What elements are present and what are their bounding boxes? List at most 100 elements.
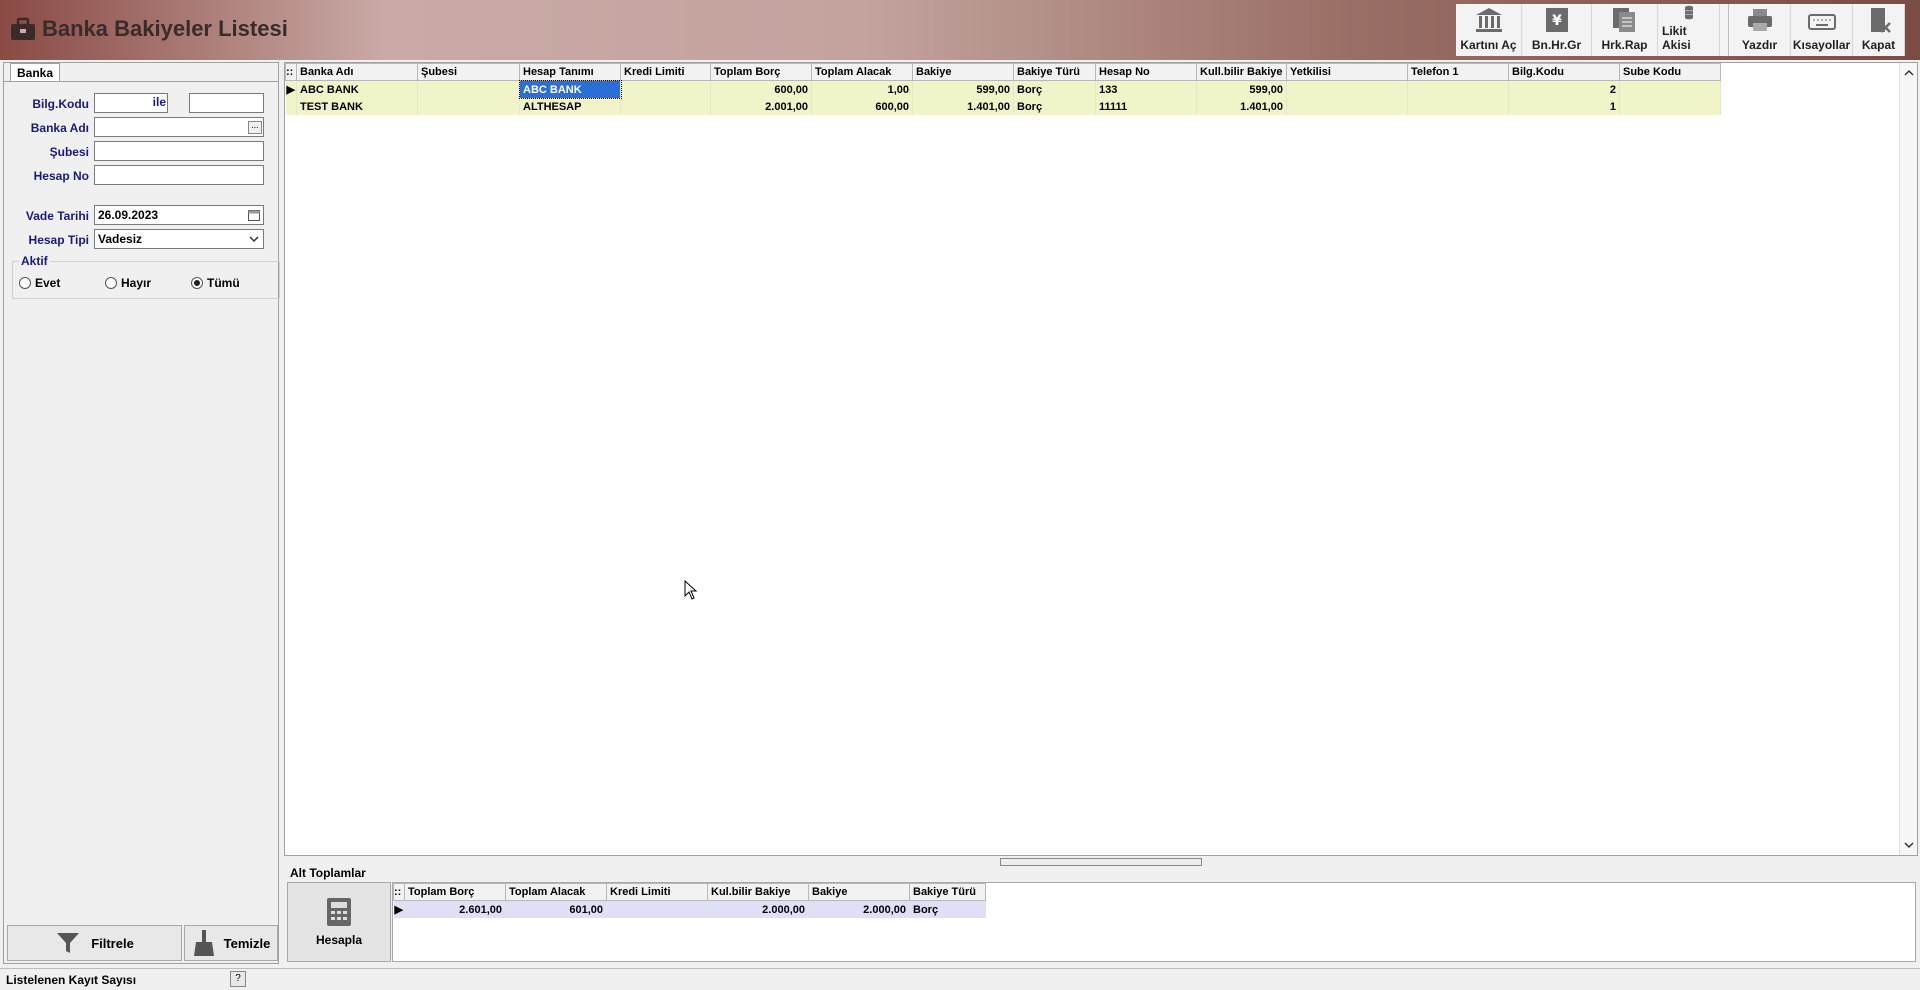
cell-bakiye[interactable]: 1.401,00 <box>912 98 1014 115</box>
cell-banka-adi[interactable]: TEST BANK <box>296 98 418 115</box>
cell-kullanilabilir-bakiye[interactable]: 1.401,00 <box>1196 98 1287 115</box>
yazdir-label: Yazdır <box>1741 38 1778 52</box>
temizle-button[interactable]: Temizle <box>184 925 278 961</box>
col-yetkilisi[interactable]: Yetkilisi <box>1286 63 1408 81</box>
col-bakiye-turu[interactable]: Bakiye Türü <box>909 883 986 901</box>
radio-tumu[interactable]: Tümü <box>191 276 240 290</box>
cell-bilg-kodu[interactable]: 1 <box>1508 98 1620 115</box>
cell-telefon-1[interactable] <box>1407 98 1509 115</box>
hesap-no-input[interactable] <box>94 165 264 185</box>
cell-toplam-alacak[interactable]: 1,00 <box>811 80 913 98</box>
cell-subesi[interactable] <box>417 80 520 98</box>
col-kullanilabilir-bakiye[interactable]: Kull.bilir Bakiye <box>1196 63 1287 81</box>
hrk-rap-button[interactable]: Hrk.Rap <box>1592 4 1658 56</box>
col-bakiye[interactable]: Bakiye <box>912 63 1014 81</box>
total-toplam-borc[interactable]: 2.601,00 <box>404 900 506 918</box>
cell-bakiye-turu[interactable]: Borç <box>1013 80 1096 98</box>
yazdir-button[interactable]: Yazdır <box>1729 4 1791 56</box>
cell-hesap-no[interactable]: 133 <box>1095 80 1197 98</box>
col-kullanilabilir-bakiye[interactable]: Kul.bilir Bakiye <box>707 883 809 901</box>
bilg-kodu-label: Bilg.Kodu <box>32 97 89 111</box>
chevron-down-icon[interactable] <box>1904 841 1914 849</box>
cell-toplam-borc[interactable]: 600,00 <box>710 80 812 98</box>
col-toplam-alacak[interactable]: Toplam Alacak <box>505 883 607 901</box>
cell-toplam-borc[interactable]: 2.001,00 <box>710 98 812 115</box>
hesapla-label: Hesapla <box>315 933 363 947</box>
cell-kredi-limiti[interactable] <box>620 98 711 115</box>
aktif-radio-group: Aktif Evet Hayır Tümü <box>12 254 280 299</box>
cell-yetkilisi[interactable] <box>1286 98 1408 115</box>
col-toplam-borc[interactable]: Toplam Borç <box>710 63 812 81</box>
col-kredi-limiti[interactable]: Kredi Limiti <box>606 883 708 901</box>
cell-sube-kodu[interactable] <box>1619 80 1721 98</box>
bn-hr-gr-button[interactable]: ¥ Bn.Hr.Gr <box>1522 4 1592 56</box>
likit-akisi-button[interactable]: Likit Akisi <box>1658 4 1720 56</box>
browse-button[interactable]: ... <box>248 121 262 134</box>
cell-sube-kodu[interactable] <box>1619 98 1721 115</box>
total-kullanilabilir-bakiye[interactable]: 2.000,00 <box>707 900 809 918</box>
col-toplam-alacak[interactable]: Toplam Alacak <box>811 63 913 81</box>
col-subesi[interactable]: Şubesi <box>417 63 520 81</box>
balances-table: :: Banka Adı Şubesi Hesap Tanımı Kredi L… <box>285 63 1721 115</box>
kapat-button[interactable]: Kapat <box>1853 4 1905 56</box>
radio-hayir[interactable]: Hayır <box>105 276 151 290</box>
filtrele-button[interactable]: Filtrele <box>7 925 182 961</box>
aktif-label: Aktif <box>19 254 50 268</box>
col-bakiye-turu[interactable]: Bakiye Türü <box>1013 63 1096 81</box>
col-telefon-1[interactable]: Telefon 1 <box>1407 63 1509 81</box>
col-hesap-no[interactable]: Hesap No <box>1095 63 1197 81</box>
hesap-no-label: Hesap No <box>33 169 89 183</box>
cell-subesi[interactable] <box>417 98 520 115</box>
broom-icon <box>193 930 214 956</box>
totals-row[interactable]: ▶ 2.601,00 601,00 2.000,00 2.000,00 Borç <box>393 900 986 918</box>
cell-bakiye-turu[interactable]: Borç <box>1013 98 1096 115</box>
cell-kredi-limiti[interactable] <box>620 80 711 98</box>
cell-bakiye[interactable]: 599,00 <box>912 80 1014 98</box>
banka-adi-label: Banka Adı <box>30 121 89 135</box>
cell-hesap-tanimi[interactable]: ALTHESAP <box>519 98 621 115</box>
kartini-ac-label: Kartını Aç <box>1460 38 1517 52</box>
kisayollar-button[interactable]: Kısayollar <box>1791 4 1853 56</box>
cell-hesap-tanimi[interactable]: ABC BANK <box>518 79 622 99</box>
col-hesap-tanimi[interactable]: Hesap Tanımı <box>519 63 621 81</box>
vertical-scrollbar[interactable] <box>1899 63 1917 855</box>
cell-yetkilisi[interactable] <box>1286 80 1408 98</box>
banka-adi-input[interactable] <box>94 117 264 137</box>
col-bakiye[interactable]: Bakiye <box>808 883 910 901</box>
calendar-icon[interactable] <box>248 209 260 221</box>
total-kredi-limiti[interactable] <box>606 900 708 918</box>
col-kredi-limiti[interactable]: Kredi Limiti <box>620 63 711 81</box>
cell-telefon-1[interactable] <box>1407 80 1509 98</box>
cell-toplam-alacak[interactable]: 600,00 <box>811 98 913 115</box>
hesap-tipi-select[interactable]: Vadesiz <box>94 229 264 249</box>
column-chooser[interactable]: :: <box>285 63 297 81</box>
chevron-up-icon[interactable] <box>1904 69 1914 77</box>
hesapla-button[interactable]: Hesapla <box>287 882 391 962</box>
bilg-kodu-to-input[interactable] <box>189 93 264 113</box>
status-bar: Listelenen Kayıt Sayısı ? <box>0 968 1920 990</box>
cell-banka-adi[interactable]: ABC BANK <box>296 80 418 98</box>
col-sube-kodu[interactable]: Sube Kodu <box>1619 63 1721 81</box>
vade-tarihi-input[interactable]: 26.09.2023 <box>94 205 264 225</box>
table-row[interactable]: ▶ ABC BANK ABC BANK 600,00 1,00 599,00 B… <box>285 79 1721 99</box>
toolbar: Kartını Aç ¥ Bn.Hr.Gr Hrk.Rap Likit Akis… <box>1456 4 1905 56</box>
total-toplam-alacak[interactable]: 601,00 <box>505 900 607 918</box>
col-toplam-borc[interactable]: Toplam Borç <box>404 883 506 901</box>
title-bar: Banka Bakiyeler Listesi Kartını Aç ¥ Bn.… <box>0 0 1920 60</box>
total-bakiye[interactable]: 2.000,00 <box>808 900 910 918</box>
column-chooser[interactable]: :: <box>393 883 405 901</box>
col-banka-adi[interactable]: Banka Adı <box>296 63 418 81</box>
total-bakiye-turu[interactable]: Borç <box>909 900 986 918</box>
table-row[interactable]: TEST BANK ALTHESAP 2.001,00 600,00 1.401… <box>285 98 1721 115</box>
kartini-ac-button[interactable]: Kartını Aç <box>1456 4 1522 56</box>
cell-hesap-no[interactable]: 11111 <box>1095 98 1197 115</box>
col-bilg-kodu[interactable]: Bilg.Kodu <box>1508 63 1620 81</box>
subesi-input[interactable] <box>94 141 264 161</box>
radio-evet[interactable]: Evet <box>19 276 60 290</box>
cell-kullanilabilir-bakiye[interactable]: 599,00 <box>1196 80 1287 98</box>
cell-bilg-kodu[interactable]: 2 <box>1508 80 1620 98</box>
ile-label: ile <box>152 95 166 109</box>
bank-icon <box>1475 8 1502 32</box>
help-button[interactable]: ? <box>230 971 246 987</box>
tab-banka[interactable]: Banka <box>10 63 60 81</box>
